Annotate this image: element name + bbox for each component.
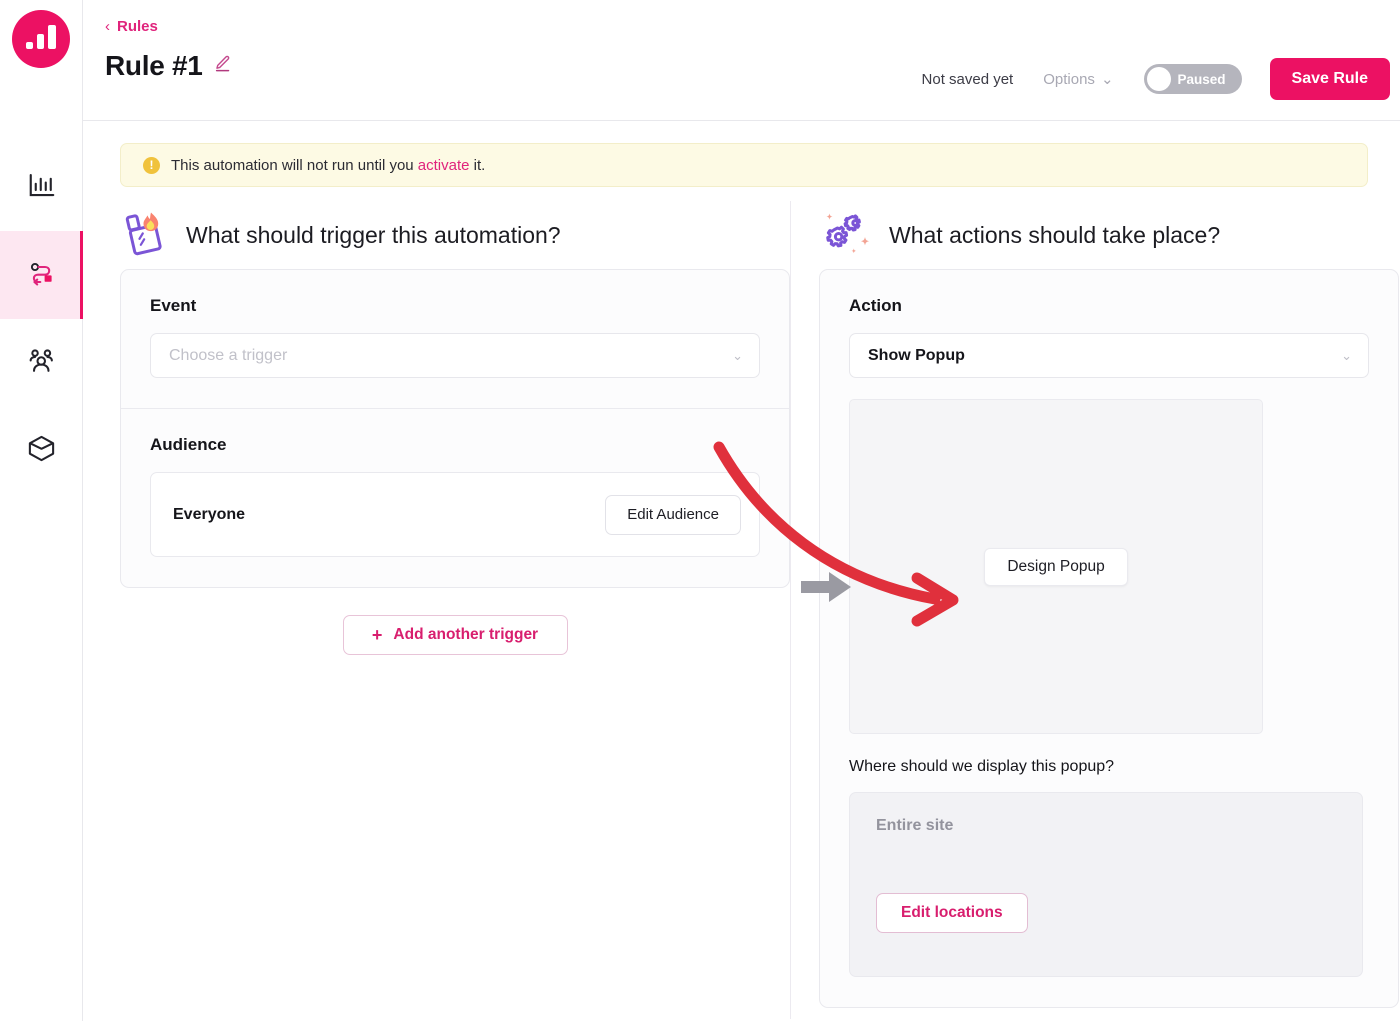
location-box: Entire site Edit locations [849,792,1363,977]
main-content: ‹ Rules Rule #1 Not saved yet Options ⌄ [83,0,1400,1021]
chevron-down-icon: ⌄ [1100,71,1114,88]
trigger-select[interactable]: Choose a trigger ⌄ [150,333,760,378]
banner-text-after: it. [469,156,486,174]
chevron-left-icon: ‹ [105,18,110,35]
chevron-down-icon: ⌄ [732,347,743,363]
left-sidebar [0,0,83,1021]
audience-label: Audience [150,435,227,454]
popup-preview-area: Design Popup [849,399,1263,734]
pencil-edit-icon[interactable] [213,54,232,78]
options-dropdown[interactable]: Options ⌄ [1043,70,1114,89]
sidebar-item-analytics[interactable] [0,143,83,231]
gears-sparkle-icon [819,207,873,264]
chevron-down-icon: ⌄ [1341,347,1352,363]
breadcrumb-label: Rules [117,18,158,35]
trigger-select-placeholder: Choose a trigger [169,346,288,364]
action-card: Action Show Popup ⌄ Design Popup Where s… [819,269,1399,1008]
action-select[interactable]: Show Popup ⌄ [849,333,1369,378]
edit-audience-button[interactable]: Edit Audience [605,494,741,535]
add-another-trigger-button[interactable]: + Add another trigger [342,615,568,655]
save-status-text: Not saved yet [921,70,1014,88]
toggle-label: Paused [1177,71,1226,87]
event-label: Event [150,296,197,315]
options-label: Options [1043,70,1095,88]
builder-columns: What should trigger this automation? Eve… [83,201,1400,1019]
sidebar-item-audience[interactable] [0,319,83,407]
top-bar-actions: Not saved yet Options ⌄ Paused Save Rule [922,58,1390,100]
breadcrumb-rules-link[interactable]: ‹ Rules [105,18,158,35]
action-label: Action [849,296,902,315]
display-location-label: Where should we display this popup? [849,758,1115,775]
toggle-knob [1146,67,1171,91]
edit-locations-button[interactable]: Edit locations [876,893,1028,933]
audience-block: Audience Everyone Edit Audience [121,409,789,587]
banner-text: This automation will not run until you a… [171,157,485,174]
app-root: ‹ Rules Rule #1 Not saved yet Options ⌄ [0,0,1400,1021]
activation-warning-banner: ! This automation will not run until you… [120,143,1368,187]
pause-activate-toggle[interactable]: Paused [1143,64,1242,94]
page-title: Rule #1 [105,50,203,81]
app-logo-icon [12,10,70,68]
top-bar: ‹ Rules Rule #1 Not saved yet Options ⌄ [83,0,1400,121]
plus-icon: + [371,624,383,645]
people-audience-icon [26,345,57,381]
trigger-card: Event Choose a trigger ⌄ Audience Everyo… [120,269,790,588]
sidebar-item-products[interactable] [0,407,83,495]
action-select-value: Show Popup [868,346,965,364]
sidebar-nav [0,143,83,495]
event-block: Event Choose a trigger ⌄ [121,270,789,408]
activate-link[interactable]: activate [418,157,470,174]
audience-row: Everyone Edit Audience [150,472,760,557]
location-value: Entire site [876,817,954,834]
trigger-section-header: What should trigger this automation? [120,201,790,269]
add-another-trigger-label: Add another trigger [393,626,539,643]
automation-flow-icon [26,257,58,294]
match-flame-icon [120,207,170,264]
trigger-heading: What should trigger this automation? [186,221,561,248]
save-rule-button[interactable]: Save Rule [1269,58,1390,100]
audience-name: Everyone [173,505,246,523]
analytics-bar-chart-icon [27,170,57,205]
actions-section-header: What actions should take place? [819,201,1400,269]
actions-column: What actions should take place? Action S… [790,201,1400,1019]
warning-exclamation-icon: ! [143,156,160,174]
actions-heading: What actions should take place? [889,221,1221,248]
package-box-icon [26,433,57,469]
design-popup-button[interactable]: Design Popup [984,547,1128,586]
right-arrow-icon [799,569,855,610]
sidebar-item-automation-rules[interactable] [0,231,83,319]
trigger-column: What should trigger this automation? Eve… [83,201,851,1019]
banner-text-before: This automation will not run until you [171,156,418,174]
